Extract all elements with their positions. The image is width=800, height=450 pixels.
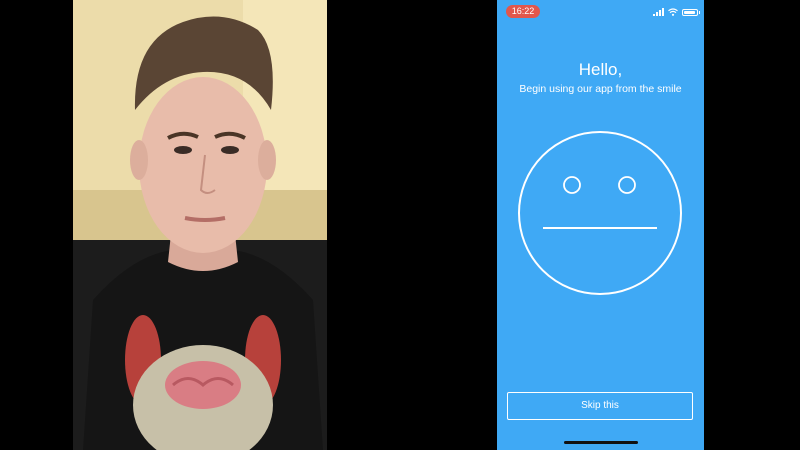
- status-icons: [653, 7, 700, 17]
- battery-icon: [682, 8, 700, 16]
- signal-icon: [653, 8, 664, 16]
- wifi-icon: [668, 8, 678, 16]
- phone-screen: 16:22 Hello, Begin using our app from th…: [497, 0, 704, 450]
- home-indicator[interactable]: [564, 441, 638, 444]
- skip-button[interactable]: Skip this: [507, 392, 693, 420]
- person-camera-image: [73, 0, 327, 450]
- status-time: 16:22: [506, 5, 540, 18]
- neutral-face-icon: [518, 131, 682, 295]
- greeting-title: Hello,: [578, 60, 623, 79]
- greeting-subtitle: Begin using our app from the smile: [519, 83, 682, 95]
- status-bar: 16:22: [497, 0, 704, 22]
- screen-stage: 16:22 Hello, Begin using our app from th…: [0, 0, 800, 450]
- camera-feed: [73, 0, 327, 450]
